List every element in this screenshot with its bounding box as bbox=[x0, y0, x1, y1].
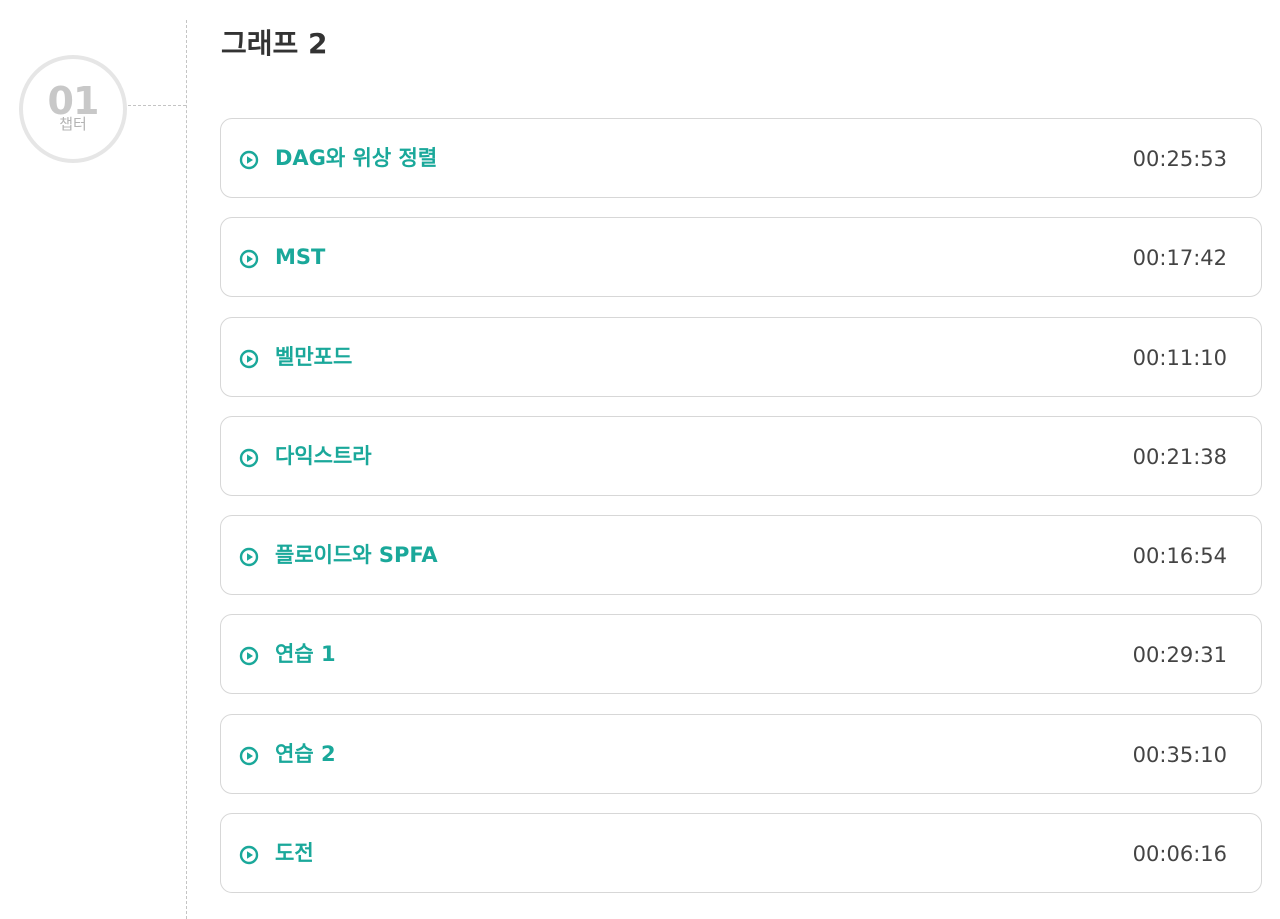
play-circle-icon bbox=[239, 349, 259, 368]
lesson-title: 연습 2 bbox=[275, 741, 336, 766]
lesson-duration: 00:35:10 bbox=[1132, 742, 1227, 767]
section-title: 그래프 2 bbox=[221, 27, 328, 60]
lesson-title: MST bbox=[275, 245, 326, 270]
play-circle-icon bbox=[239, 547, 259, 567]
lesson-list: DAG와 위상 정렬 00:25:53 MST 00:17:42 벨만포드 00… bbox=[220, 118, 1262, 912]
chapter-connector bbox=[123, 105, 186, 106]
lesson-item[interactable]: 연습 2 00:35:10 bbox=[220, 713, 1262, 794]
play-circle-icon bbox=[239, 647, 259, 666]
lesson-duration: 00:16:54 bbox=[1132, 544, 1227, 569]
lesson-item[interactable]: 연습 1 00:29:31 bbox=[220, 614, 1262, 695]
lesson-duration: 00:17:42 bbox=[1132, 246, 1227, 271]
lesson-duration: 00:25:53 bbox=[1132, 147, 1227, 171]
play-circle-icon bbox=[239, 845, 259, 865]
lesson-duration: 00:21:38 bbox=[1132, 444, 1227, 469]
timeline-line bbox=[186, 20, 187, 919]
lesson-title: 연습 1 bbox=[275, 642, 336, 667]
lesson-duration: 00:11:10 bbox=[1132, 345, 1227, 370]
lesson-item[interactable]: MST 00:17:42 bbox=[220, 217, 1262, 298]
lesson-title: 벨만포드 bbox=[275, 344, 353, 369]
lesson-item[interactable]: 벨만포드 00:11:10 bbox=[220, 316, 1262, 397]
lesson-title: 플로이드와 SPFA bbox=[275, 543, 438, 568]
lesson-title: 다익스트라 bbox=[275, 443, 372, 468]
chapter-badge: 01 챕터 bbox=[19, 55, 127, 163]
play-circle-icon bbox=[239, 150, 259, 170]
lesson-title: 도전 bbox=[275, 841, 314, 866]
lesson-title: DAG와 위상 정렬 bbox=[275, 146, 438, 170]
chapter-label: 챕터 bbox=[59, 115, 87, 133]
play-circle-icon bbox=[239, 250, 259, 269]
lesson-item[interactable]: 다익스트라 00:21:38 bbox=[220, 415, 1262, 496]
lesson-item[interactable]: DAG와 위상 정렬 00:25:53 bbox=[220, 118, 1262, 198]
play-circle-icon bbox=[239, 448, 259, 468]
play-circle-icon bbox=[239, 746, 259, 765]
lesson-duration: 00:29:31 bbox=[1132, 643, 1227, 668]
lesson-duration: 00:06:16 bbox=[1132, 842, 1227, 867]
lesson-item[interactable]: 플로이드와 SPFA 00:16:54 bbox=[220, 515, 1262, 596]
curriculum-page: 01 챕터 그래프 2 DAG와 위상 정렬 00:25:53 MST 00:1… bbox=[0, 0, 1280, 919]
lesson-item[interactable]: 도전 00:06:16 bbox=[220, 813, 1262, 894]
